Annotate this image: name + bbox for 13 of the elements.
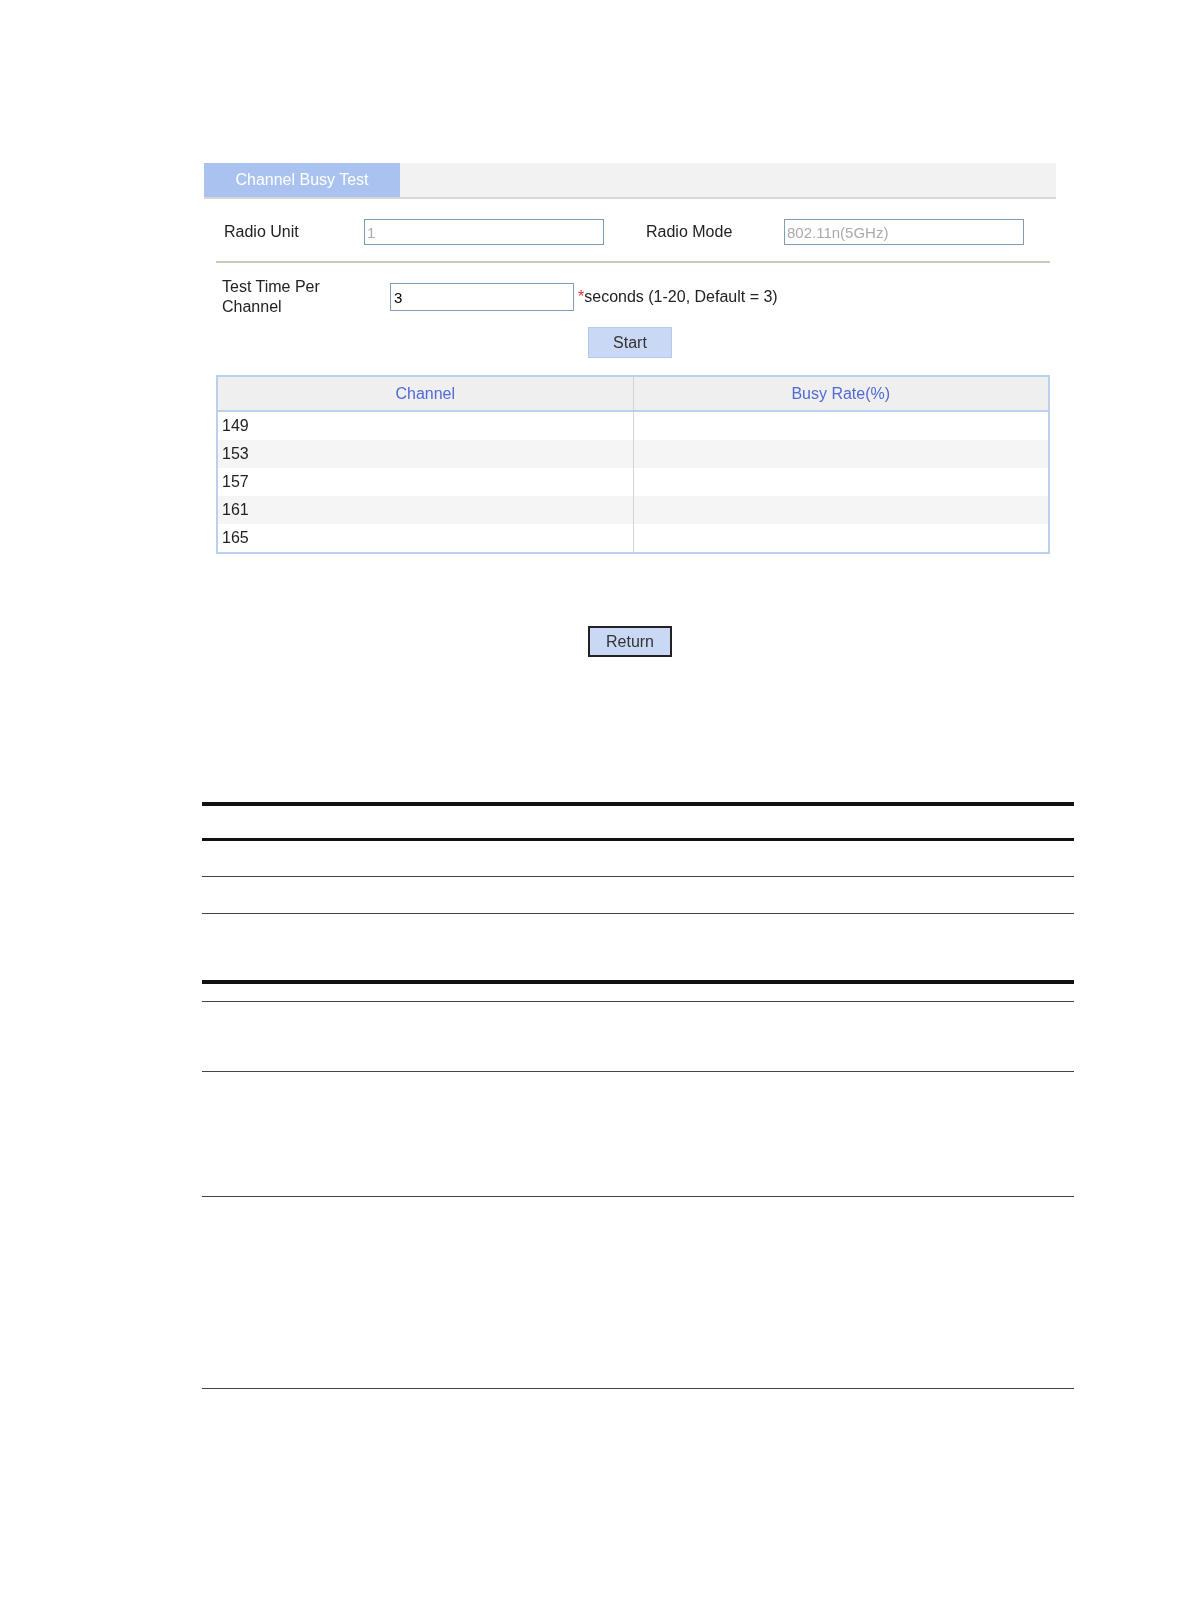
table-cell: 161: [217, 496, 633, 524]
start-button[interactable]: Start: [588, 327, 672, 358]
table-cell: 153: [217, 440, 633, 468]
field-hint: seconds (1-20, Default = 3): [584, 288, 778, 306]
column-header: Busy Rate(%): [633, 376, 1049, 411]
field-label: Radio Mode: [646, 223, 734, 241]
column-header: Channel: [217, 376, 633, 411]
input-field[interactable]: 3: [390, 283, 574, 311]
table-cell: 165: [217, 524, 633, 553]
field-label: Test Time Per Channel: [221, 277, 321, 317]
required-mark: *: [578, 288, 585, 306]
return-button[interactable]: Return: [588, 626, 672, 657]
field-label: Radio Unit: [224, 223, 300, 241]
